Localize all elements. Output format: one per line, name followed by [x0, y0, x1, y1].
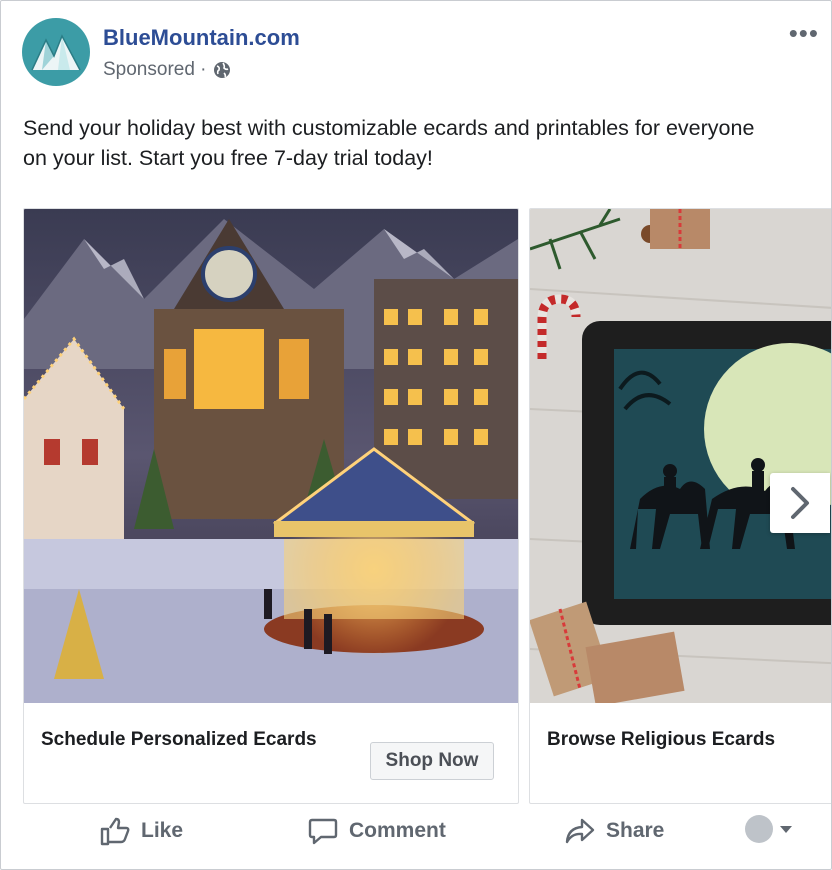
carousel-next-button[interactable]: [770, 473, 830, 533]
like-button[interactable]: Like: [99, 815, 183, 847]
reaction-selector[interactable]: [745, 815, 793, 843]
like-icon: [100, 817, 130, 846]
ad-post: BlueMountain.com Sponsored · ••• Send yo…: [0, 0, 832, 870]
comment-button[interactable]: Comment: [307, 815, 446, 847]
user-avatar: [745, 815, 773, 843]
card-title[interactable]: Schedule Personalized Ecards: [41, 729, 317, 751]
action-bar: Like Comment Share: [1, 809, 831, 865]
christmas-market-image[interactable]: [24, 209, 518, 703]
caret-down-icon: [780, 826, 792, 833]
page-name-link[interactable]: BlueMountain.com: [103, 25, 300, 51]
share-label: Share: [606, 819, 665, 842]
like-label: Like: [141, 819, 184, 842]
post-text: Send your holiday best with customizable…: [23, 116, 755, 170]
more-options-icon[interactable]: •••: [789, 20, 819, 46]
sponsored-label[interactable]: Sponsored ·: [103, 59, 231, 81]
card-title[interactable]: Browse Religious Ecards: [547, 729, 775, 751]
shop-now-button[interactable]: Shop Now: [370, 742, 494, 780]
comment-label: Comment: [349, 819, 446, 842]
bluemountain-logo: [31, 34, 81, 71]
carousel-card-1[interactable]: Schedule Personalized Ecards Shop Now: [23, 208, 519, 804]
share-icon: [565, 818, 595, 844]
religious-ecard-image[interactable]: [530, 209, 832, 703]
sponsored-text: Sponsored ·: [103, 59, 207, 80]
page-avatar[interactable]: [22, 18, 90, 86]
globe-icon: [213, 62, 230, 78]
chevron-right-icon: [791, 487, 809, 519]
comment-icon: [308, 818, 338, 845]
share-button[interactable]: Share: [564, 815, 664, 847]
